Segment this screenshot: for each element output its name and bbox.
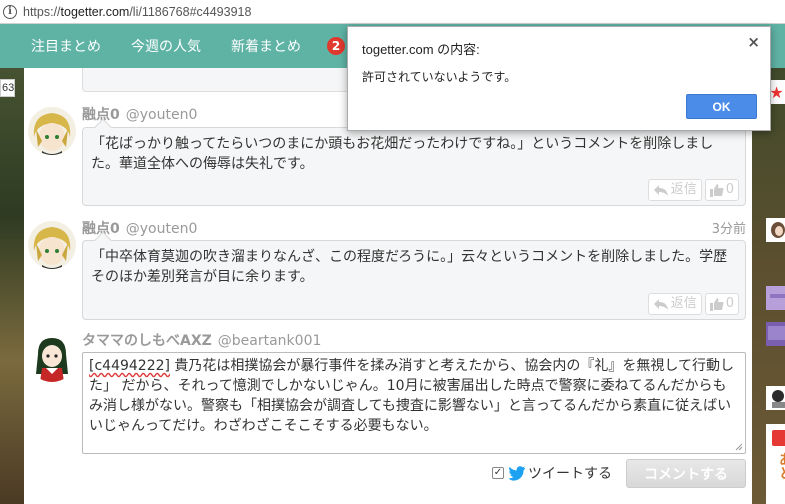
tweet-option[interactable]: ✓ ツイートする xyxy=(492,463,612,483)
side-counter: 63 xyxy=(0,79,15,97)
sidebar-thumbnail[interactable] xyxy=(766,386,785,410)
comment-text: 「中卒体育莫迦の吹き溜まりなんざ、この程度だろうに。」云々というコメントを削除し… xyxy=(91,249,728,285)
comment-author-handle[interactable]: @youten0 xyxy=(126,107,198,123)
avatar[interactable] xyxy=(28,221,76,269)
comment-actions: 返信 0 xyxy=(647,179,739,201)
info-icon[interactable]: i xyxy=(3,4,17,19)
tweet-checkbox[interactable]: ✓ xyxy=(492,467,504,479)
sidebar-ad-text: あと xyxy=(777,452,785,480)
submit-comment-button[interactable]: コメントする xyxy=(626,459,746,488)
sidebar-thumbnail[interactable] xyxy=(766,286,785,310)
reply-icon xyxy=(653,184,668,196)
like-button[interactable]: 0 xyxy=(704,179,739,201)
main-content: 融点0 @youten0 「花ばっかり触ってたらいつのまにか頭もお花畑だったわけで… xyxy=(24,68,752,504)
nav-item-featured[interactable]: 注目まとめ xyxy=(31,36,101,56)
comment-textarea[interactable]: [c4494222] 貴乃花は相撲協会が暴行事件を揉み消すと考えたから、協会内の… xyxy=(82,352,746,454)
sidebar-ad-marker xyxy=(772,430,785,446)
sidebar-thumbnail[interactable] xyxy=(766,218,785,242)
composer-header: タママのしもべAXZ @beartank001 xyxy=(82,330,321,350)
comment-author-handle[interactable]: @youten0 xyxy=(126,221,198,237)
comment-bubble: 「中卒体育莫迦の吹き溜まりなんざ、この程度だろうに。」云々というコメントを削除し… xyxy=(82,231,746,320)
composer-author-handle[interactable]: @beartank001 xyxy=(218,333,322,349)
sidebar-ad[interactable]: あと xyxy=(766,424,785,504)
dialog-title: togetter.com の内容: xyxy=(362,42,480,57)
alert-dialog: togetter.com の内容: × 許可されていないようです。 OK xyxy=(347,26,771,131)
address-bar[interactable]: i https://togetter.com/li/1186768#c44939… xyxy=(0,0,785,24)
avatar[interactable] xyxy=(28,107,76,155)
comment-bubble: 「花ばっかり触ってたらいつのまにか頭もお花畑だったわけですね。」というコメントを… xyxy=(82,118,746,206)
reply-button[interactable]: 返信 xyxy=(647,179,702,201)
close-icon[interactable]: × xyxy=(747,33,760,51)
comment-timestamp[interactable]: 3分前 xyxy=(712,218,746,237)
notification-badge[interactable]: 2 xyxy=(327,37,345,55)
tweet-label: ツイートする xyxy=(528,466,612,482)
nav-item-weekly-popular[interactable]: 今週の人気 xyxy=(131,36,201,56)
resize-grip-icon[interactable] xyxy=(735,443,743,451)
reply-icon xyxy=(653,298,668,310)
comment-actions: 返信 0 xyxy=(647,293,739,315)
reply-button[interactable]: 返信 xyxy=(647,293,702,315)
sidebar-thumbnail[interactable] xyxy=(766,322,785,346)
avatar[interactable] xyxy=(28,334,76,382)
like-button[interactable]: 0 xyxy=(704,293,739,315)
ok-button[interactable]: OK xyxy=(686,94,757,119)
thumbs-up-icon xyxy=(709,183,724,197)
comment-reference: [c4494222] xyxy=(89,358,170,374)
url-text[interactable]: https://togetter.com/li/1186768#c4493918 xyxy=(23,5,251,19)
comment-text: 「花ばっかり触ってたらいつのまにか頭もお花畑だったわけですね。」というコメントを… xyxy=(91,136,714,172)
comment-draft-text: 貴乃花は相撲協会が暴行事件を揉み消すと考えたから、協会内の『礼』を無視して行動し… xyxy=(89,358,735,434)
thumbs-up-icon xyxy=(709,297,724,311)
twitter-bird-icon xyxy=(508,465,526,481)
comment-item: 融点0 @youten0 3分前 「中卒体育莫迦の吹き溜まりなんざ、この程度だろう… xyxy=(24,218,752,322)
composer-author-name[interactable]: タママのしもべAXZ xyxy=(82,333,212,349)
nav-item-new[interactable]: 新着まとめ xyxy=(231,36,301,56)
dialog-message: 許可されていないようです。 xyxy=(362,70,517,84)
